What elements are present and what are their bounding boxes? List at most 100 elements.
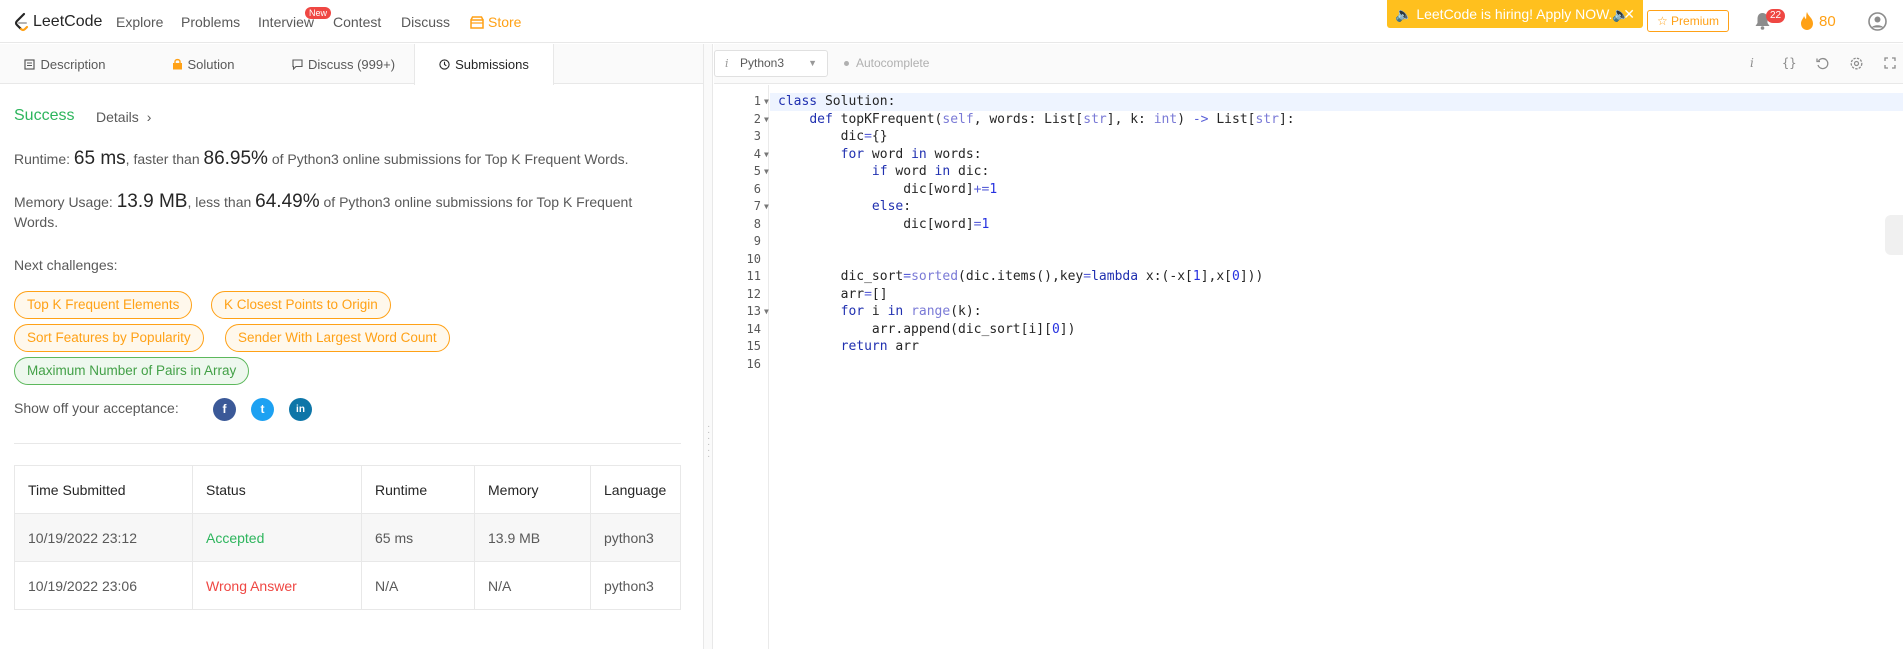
code-line[interactable]: for word in words: <box>778 146 1903 164</box>
col-memory[interactable]: Memory <box>474 465 591 514</box>
challenge-chip-top-k-frequent-elements[interactable]: Top K Frequent Elements <box>14 291 193 319</box>
line-number: 6 <box>753 181 761 196</box>
cell-status-link[interactable]: Wrong Answer <box>192 561 362 610</box>
fullscreen-icon[interactable] <box>1884 57 1896 69</box>
code-line[interactable]: arr=[] <box>778 286 1903 304</box>
details-label: Details <box>96 109 139 125</box>
col-time-submitted[interactable]: Time Submitted <box>14 465 193 514</box>
line-number: 4 ▼ <box>714 146 769 164</box>
code-editor[interactable]: 1 ▼ 2 ▼ 3 4 ▼ 5 ▼ 6 7 ▼ 8 9 10 11 12 13 ▼ 14 15 16 class Solu… <box>714 85 1903 649</box>
logo-text: LeetCode <box>33 13 103 30</box>
language-value: Python3 <box>740 56 785 70</box>
tab-submissions[interactable]: Submissions <box>414 44 554 85</box>
tab-discuss-label: Discuss (999+) <box>307 56 396 72</box>
reset-icon[interactable] <box>1816 57 1829 70</box>
fold-arrow-icon[interactable]: ▼ <box>764 93 769 111</box>
info-icon: i <box>725 57 729 70</box>
facebook-icon[interactable]: f <box>213 398 236 421</box>
line-number: 10 <box>746 251 761 266</box>
hiring-banner[interactable]: 🔈 LeetCode is hiring! Apply NOW.🔈 ✕ <box>1387 0 1643 28</box>
code-line[interactable] <box>778 233 1903 251</box>
nav-contest[interactable]: Contest <box>333 14 381 30</box>
lock-icon <box>172 58 182 70</box>
code-line[interactable]: dic={} <box>778 128 1903 146</box>
fold-arrow-icon[interactable]: ▼ <box>764 146 769 164</box>
memory-prefix: Memory Usage: <box>14 194 117 210</box>
tab-solution[interactable]: Solution <box>138 44 268 84</box>
top-nav: LeetCode Explore Problems Interview New … <box>0 0 1903 43</box>
code-line[interactable]: return arr <box>778 338 1903 356</box>
twitter-icon[interactable]: t <box>251 398 274 421</box>
challenge-chip-k-closest-points[interactable]: K Closest Points to Origin <box>211 291 391 319</box>
code-line[interactable]: class Solution: <box>770 93 1903 111</box>
leetcode-logo[interactable]: LeetCode <box>13 10 102 34</box>
autocomplete-dot-icon <box>844 60 849 66</box>
cell-runtime: N/A <box>361 561 475 610</box>
premium-button[interactable]: ☆ Premium <box>1647 10 1729 32</box>
runtime-stat: Runtime: 65 ms, faster than 86.95% of Py… <box>14 149 674 169</box>
fold-arrow-icon[interactable]: ▼ <box>764 111 769 129</box>
braces-icon[interactable]: {} <box>1782 56 1796 70</box>
memory-value: 13.9 MB <box>116 191 188 212</box>
challenge-chip-maximum-pairs[interactable]: Maximum Number of Pairs in Array <box>14 357 250 385</box>
panel-splitter[interactable]: · · · · · · <box>703 44 713 649</box>
notification-count: 22 <box>1766 9 1786 23</box>
code-line[interactable]: dic_sort=sorted(dic.items(),key=lambda x… <box>778 268 1903 286</box>
code-line[interactable] <box>778 251 1903 269</box>
cell-time: 10/19/2022 23:06 <box>14 561 193 610</box>
col-runtime[interactable]: Runtime <box>361 465 475 514</box>
tab-description[interactable]: Description <box>0 44 130 84</box>
cell-memory: N/A <box>474 561 591 610</box>
nav-problems[interactable]: Problems <box>181 14 240 30</box>
fire-icon[interactable] <box>1799 11 1815 31</box>
side-panel-tab[interactable] <box>1885 215 1903 255</box>
settings-icon[interactable] <box>1850 57 1863 70</box>
line-number: 3 <box>753 129 761 143</box>
col-status[interactable]: Status <box>192 465 362 514</box>
memory-percentile: 64.49% <box>255 191 320 212</box>
cell-time: 10/19/2022 23:12 <box>14 513 193 562</box>
nav-explore[interactable]: Explore <box>116 14 163 30</box>
tab-solution-label: Solution <box>187 56 235 72</box>
code-line[interactable]: def topKFrequent(self, words: List[str],… <box>778 111 1903 129</box>
line-number: 5 ▼ <box>714 163 769 181</box>
close-icon[interactable]: ✕ <box>1623 0 1635 28</box>
code-line[interactable]: dic[word]+=1 <box>778 181 1903 199</box>
info-icon[interactable]: i <box>1750 56 1754 70</box>
fold-arrow-icon[interactable]: ▼ <box>764 198 769 216</box>
challenge-chip-sort-features[interactable]: Sort Features by Popularity <box>14 324 204 352</box>
linkedin-icon[interactable]: in <box>289 398 312 421</box>
cell-memory: 13.9 MB <box>474 513 591 562</box>
line-number: 16 <box>746 356 761 371</box>
avatar-icon[interactable] <box>1868 12 1887 31</box>
code-line[interactable]: if word in dic: <box>778 163 1903 181</box>
nav-store-label: Store <box>488 14 522 30</box>
table-header-row: Time Submitted Status Runtime Memory Lan… <box>14 465 681 514</box>
runtime-value: 65 ms <box>73 148 126 169</box>
code-line[interactable]: arr.append(dic_sort[i][0]) <box>778 321 1903 339</box>
challenge-chip-sender-largest-word-count[interactable]: Sender With Largest Word Count <box>225 324 450 352</box>
details-link[interactable]: Details › <box>96 109 151 125</box>
code-line[interactable] <box>778 356 1903 374</box>
cell-runtime: 65 ms <box>361 513 475 562</box>
autocomplete-toggle[interactable]: Autocomplete <box>844 56 929 70</box>
code-area[interactable]: class Solution: def topKFrequent(self, w… <box>770 93 1903 374</box>
drag-handle-icon: · · · · · · <box>707 421 711 462</box>
cell-status-link[interactable]: Accepted <box>192 513 362 562</box>
tab-description-label: Description <box>40 56 106 72</box>
code-line[interactable]: dic[word]=1 <box>778 216 1903 234</box>
streak-count: 80 <box>1819 13 1836 30</box>
nav-discuss[interactable]: Discuss <box>401 14 450 30</box>
line-number: 12 <box>746 286 761 301</box>
tab-discuss[interactable]: Discuss (999+) <box>275 44 412 84</box>
line-number-gutter: 1 ▼ 2 ▼ 3 4 ▼ 5 ▼ 6 7 ▼ 8 9 10 11 12 13 ▼ 14 15 16 <box>714 85 769 649</box>
col-language[interactable]: Language <box>590 465 681 514</box>
code-line[interactable]: else: <box>778 198 1903 216</box>
leetcode-logo-icon <box>14 12 29 32</box>
table-row: 10/19/2022 23:12 Accepted 65 ms 13.9 MB … <box>14 513 681 562</box>
fold-arrow-icon[interactable]: ▼ <box>764 303 769 321</box>
nav-store[interactable]: Store <box>470 14 521 30</box>
language-select[interactable]: i Python3 ▼ <box>714 50 828 77</box>
code-line[interactable]: for i in range(k): <box>778 303 1903 321</box>
fold-arrow-icon[interactable]: ▼ <box>764 163 769 181</box>
